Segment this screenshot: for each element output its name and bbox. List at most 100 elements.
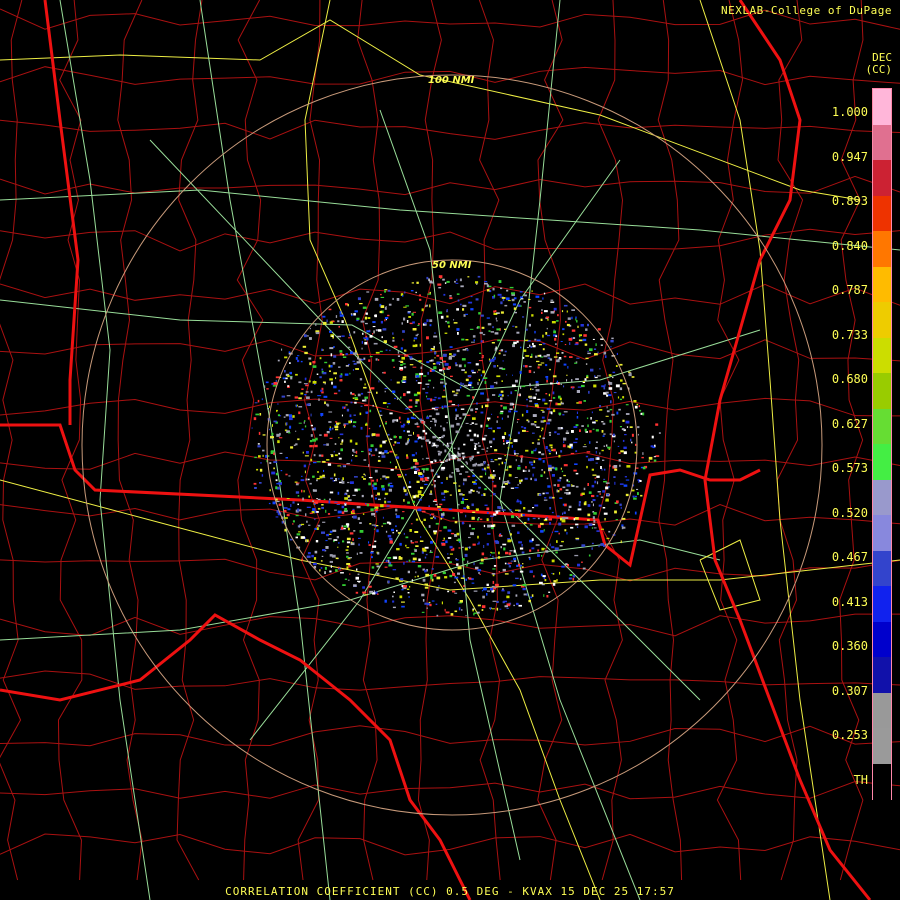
radar-echo bbox=[555, 335, 558, 338]
radar-echo bbox=[456, 293, 460, 295]
radar-echo bbox=[273, 420, 277, 423]
radar-echo bbox=[431, 407, 436, 410]
radar-echo bbox=[295, 536, 298, 539]
radar-echo bbox=[253, 417, 257, 421]
radar-echo bbox=[401, 601, 405, 603]
radar-echo bbox=[562, 328, 565, 331]
radar-echo bbox=[517, 465, 521, 467]
radar-echo bbox=[357, 297, 361, 301]
radar-echo bbox=[588, 523, 593, 526]
radar-echo bbox=[415, 380, 418, 382]
radar-echo bbox=[599, 493, 601, 495]
radar-echo bbox=[542, 334, 544, 338]
radar-echo bbox=[531, 538, 534, 541]
radar-echo bbox=[319, 434, 322, 436]
radar-echo bbox=[534, 421, 537, 423]
radar-echo bbox=[262, 454, 264, 457]
radar-echo bbox=[442, 434, 445, 437]
radar-echo bbox=[322, 549, 326, 552]
radar-echo bbox=[573, 518, 576, 521]
radar-echo bbox=[565, 489, 569, 491]
radar-echo bbox=[457, 299, 460, 302]
radar-echo bbox=[490, 495, 492, 497]
radar-echo bbox=[495, 541, 500, 544]
radar-echo bbox=[625, 420, 630, 424]
radar-echo bbox=[516, 331, 520, 334]
radar-echo bbox=[297, 503, 299, 506]
radar-echo bbox=[613, 476, 616, 478]
color-scale-tick-label: TH bbox=[853, 772, 868, 787]
radar-echo bbox=[544, 579, 547, 582]
radar-echo bbox=[446, 422, 448, 424]
radar-echo bbox=[599, 452, 601, 455]
radar-echo bbox=[571, 309, 575, 311]
radar-echo bbox=[462, 590, 466, 592]
radar-echo bbox=[478, 312, 481, 315]
radar-echo bbox=[346, 566, 349, 569]
radar-echo bbox=[566, 310, 568, 313]
radar-echo bbox=[543, 292, 546, 295]
radar-echo bbox=[454, 280, 456, 283]
radar-echo bbox=[376, 391, 378, 394]
radar-echo bbox=[541, 584, 545, 586]
radar-echo bbox=[395, 508, 398, 512]
radar-echo bbox=[608, 381, 611, 384]
radar-echo bbox=[352, 448, 355, 452]
radar-echo bbox=[330, 477, 334, 480]
radar-echo bbox=[622, 382, 627, 385]
radar-echo bbox=[546, 477, 549, 480]
radar-echo bbox=[377, 459, 381, 462]
radar-echo bbox=[375, 563, 379, 565]
radar-echo bbox=[328, 411, 333, 413]
radar-echo bbox=[549, 507, 552, 510]
radar-echo bbox=[347, 303, 349, 307]
radar-echo bbox=[587, 513, 591, 517]
radar-echo bbox=[425, 432, 428, 435]
radar-echo bbox=[469, 469, 474, 472]
radar-echo bbox=[254, 487, 257, 489]
radar-echo bbox=[543, 529, 545, 532]
radar-echo bbox=[337, 516, 341, 519]
radar-echo bbox=[545, 393, 548, 395]
radar-echo bbox=[559, 497, 563, 499]
radar-echo bbox=[535, 544, 540, 546]
radar-echo bbox=[599, 368, 601, 370]
radar-echo bbox=[441, 466, 446, 470]
radar-echo bbox=[335, 377, 337, 380]
radar-echo bbox=[511, 524, 516, 527]
radar-echo bbox=[488, 358, 491, 361]
radar-echo bbox=[551, 572, 553, 574]
radar-echo bbox=[461, 338, 465, 341]
radar-echo bbox=[403, 489, 407, 493]
radar-echo bbox=[346, 541, 351, 544]
radar-echo bbox=[500, 390, 504, 393]
radar-echo bbox=[500, 349, 504, 352]
radar-echo bbox=[467, 577, 469, 579]
radar-echo bbox=[336, 504, 340, 505]
radar-echo bbox=[347, 579, 350, 581]
radar-echo bbox=[486, 450, 488, 452]
radar-echo bbox=[316, 527, 319, 530]
radar-echo bbox=[495, 381, 498, 385]
radar-echo bbox=[366, 330, 371, 333]
radar-echo bbox=[301, 428, 304, 431]
radar-echo bbox=[409, 364, 414, 366]
radar-echo bbox=[459, 386, 462, 389]
radar-echo bbox=[499, 412, 504, 415]
radar-echo bbox=[592, 428, 595, 430]
radar-echo bbox=[313, 557, 317, 560]
radar-echo bbox=[471, 369, 474, 373]
radar-echo bbox=[400, 347, 403, 350]
radar-echo bbox=[335, 569, 338, 572]
radar-echo bbox=[416, 509, 420, 511]
radar-echo bbox=[332, 336, 334, 339]
radar-echo bbox=[492, 580, 495, 584]
radar-echo bbox=[648, 460, 650, 462]
radar-echo bbox=[404, 291, 406, 294]
radar-echo bbox=[275, 479, 278, 482]
radar-echo bbox=[493, 558, 496, 560]
credit-label: NEXLAB-College of DuPage bbox=[721, 4, 892, 17]
radar-echo bbox=[402, 378, 407, 380]
color-scale-tick-label: 0.893 bbox=[831, 194, 868, 208]
radar-echo bbox=[517, 304, 521, 307]
